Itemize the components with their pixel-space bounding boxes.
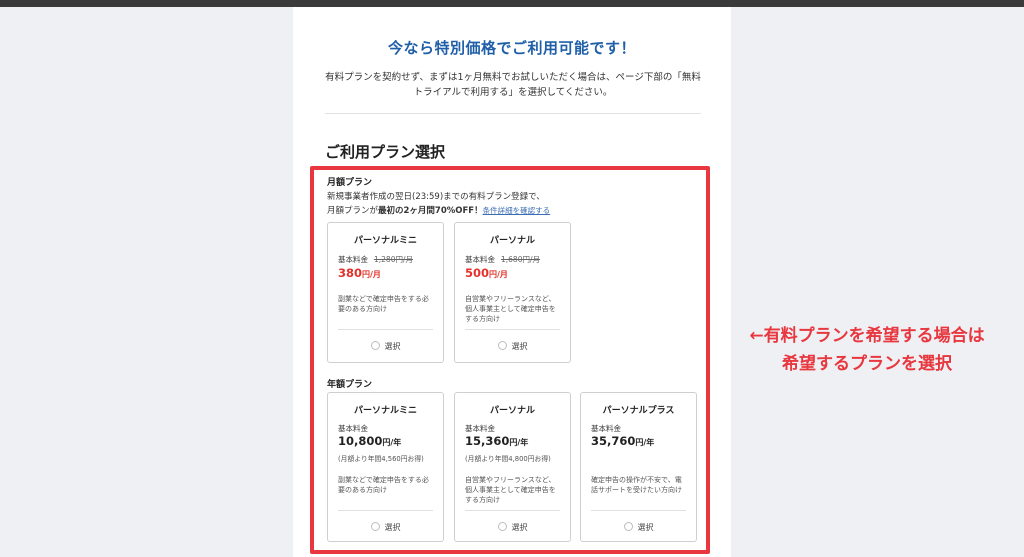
browser-top-bar <box>0 0 1024 7</box>
annotation-line-2: 希望するプランを選択 <box>782 354 952 374</box>
highlight-box <box>310 166 710 554</box>
annotation-callout: ←有料プランを希望する場合は 希望するプランを選択 <box>722 322 1012 378</box>
special-price-headline: 今なら特別価格でご利用可能です！ <box>387 39 636 57</box>
divider <box>325 113 701 114</box>
trial-intro-text: 有料プランを契約せず、まずは1ヶ月無料でお試しいただく場合は、ページ下部の「無料… <box>325 72 701 98</box>
section-title: ご利用プラン選択 <box>325 143 446 161</box>
annotation-line-1: ←有料プランを希望する場合は <box>749 326 985 346</box>
